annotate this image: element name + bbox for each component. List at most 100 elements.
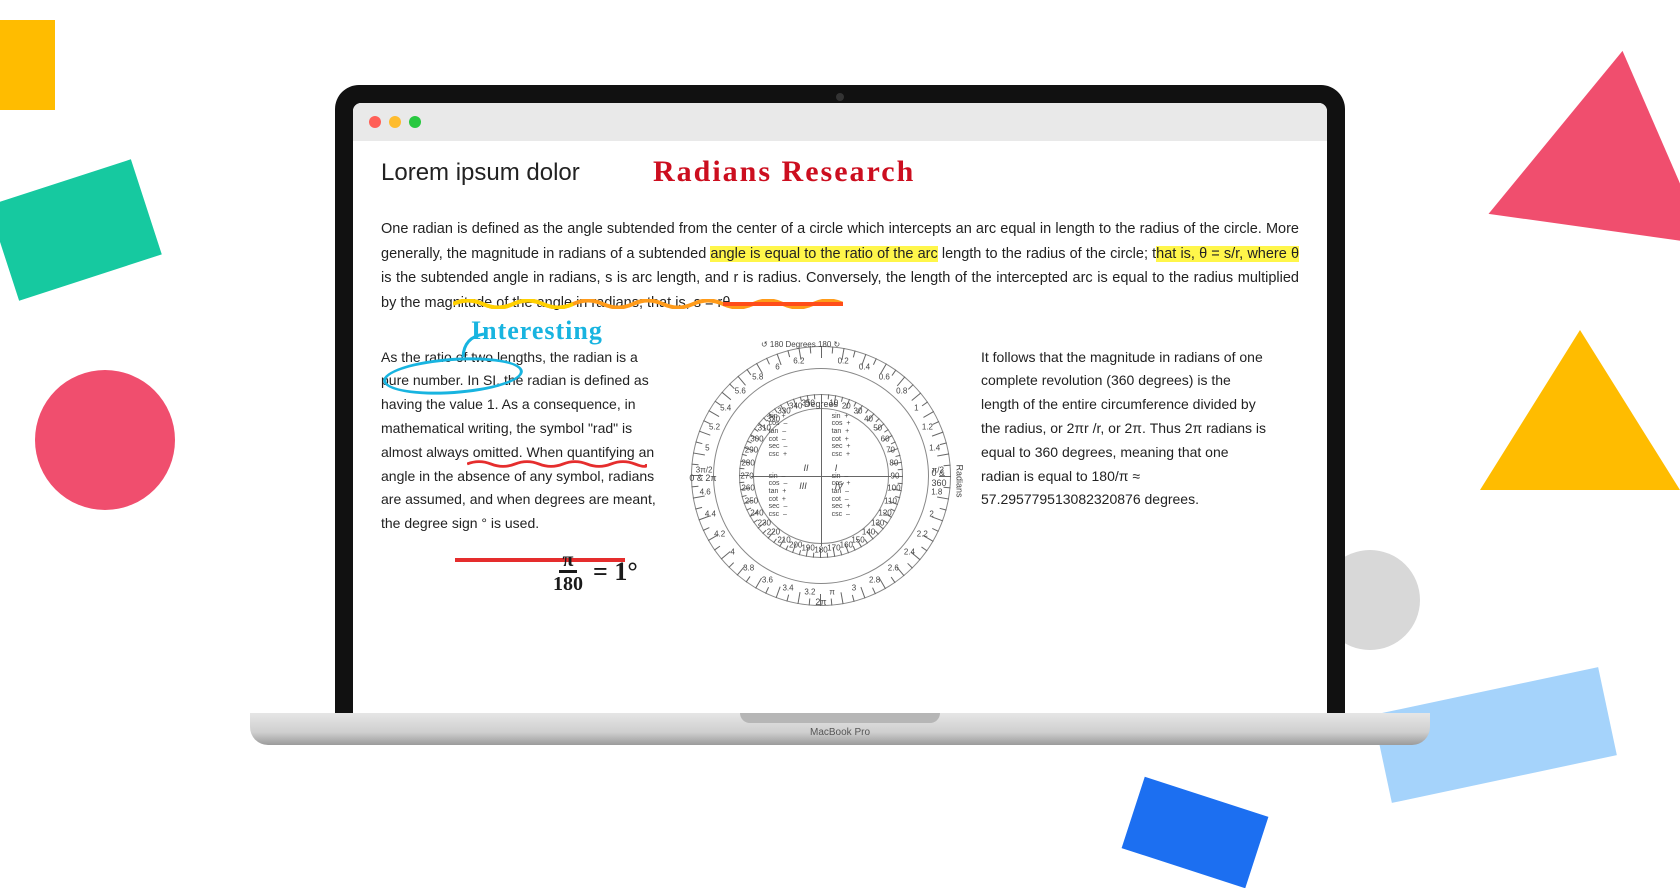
degree-tick-label: 90 xyxy=(891,471,900,480)
decor-yellow-triangle xyxy=(1480,330,1680,490)
laptop-base: MacBook Pro xyxy=(250,713,1430,745)
fraction: π 180 xyxy=(553,550,583,594)
degree-tick-label: 270 xyxy=(740,471,753,480)
radian-tick-label: 5.2 xyxy=(709,422,720,431)
radian-tick-label: 1.8 xyxy=(931,488,942,497)
radian-tick-label: 3.8 xyxy=(743,563,754,572)
degree-tick-label: 300 xyxy=(750,434,763,443)
highlight-1: angle is equal to the ratio of the arc xyxy=(710,246,937,262)
radian-tick-label: 4.4 xyxy=(705,509,716,518)
degree-tick-label: 30 xyxy=(854,407,863,416)
degree-tick-label: 150 xyxy=(851,535,864,544)
laptop-device: Lorem ipsum dolor Radians Research One r… xyxy=(335,85,1345,745)
columns: Interesting As the ratio of two lengths,… xyxy=(381,346,1299,606)
radian-tick-label: π xyxy=(829,588,835,597)
degree-tick-label: 280 xyxy=(741,458,754,467)
decor-deepblue-rect xyxy=(1122,777,1269,888)
degree-tick-label: 170 xyxy=(827,544,840,553)
degree-tick-label: 70 xyxy=(886,446,895,455)
degree-tick-label: 130 xyxy=(871,519,884,528)
highlight-2: hat is, θ = s/r, where θ xyxy=(1156,246,1299,262)
degree-tick-label: 220 xyxy=(767,528,780,537)
radian-tick-label: 5.4 xyxy=(720,403,731,412)
degree-tick-label: 20 xyxy=(842,402,851,411)
degree-tick-label: 40 xyxy=(864,414,873,423)
trig-signs: sin – cos – tan + cot + sec – csc – xyxy=(769,473,788,519)
radian-tick-label: 0.2 xyxy=(838,356,849,365)
radian-tick-label: 0.6 xyxy=(879,373,890,382)
degree-tick-label: 120 xyxy=(878,508,891,517)
radian-tick-label: 6.2 xyxy=(793,356,804,365)
right-column: It follows that the magnitude in radians… xyxy=(981,346,1271,513)
radian-tick-label: 0.4 xyxy=(859,362,870,371)
protractor-diagram: 1020304050607080901001101201301401501601… xyxy=(691,346,951,606)
radian-tick-label: 4 xyxy=(730,548,734,557)
radian-tick-label: 4.6 xyxy=(700,488,711,497)
degree-tick-label: 230 xyxy=(758,519,771,528)
camera-dot xyxy=(836,93,844,101)
decor-teal-rect xyxy=(0,159,162,300)
screen: Lorem ipsum dolor Radians Research One r… xyxy=(353,103,1327,713)
screen-bezel: Lorem ipsum dolor Radians Research One r… xyxy=(335,85,1345,713)
fraction-denominator: 180 xyxy=(553,573,583,594)
squiggle-underline-icon xyxy=(453,299,843,309)
radian-tick-label: 3.6 xyxy=(762,575,773,584)
minimize-icon[interactable] xyxy=(389,116,401,128)
radian-tick-label: 5 xyxy=(705,443,709,452)
decor-yellow-square xyxy=(0,20,55,110)
radian-tick-label: 2.6 xyxy=(888,563,899,572)
window-titlebar xyxy=(353,103,1327,141)
radian-tick-label: 1.2 xyxy=(922,422,933,431)
handwritten-formula: π 180 = 1° xyxy=(553,550,638,594)
degree-tick-label: 200 xyxy=(789,541,802,550)
degree-tick-label: 50 xyxy=(873,423,882,432)
right-column-text: It follows that the magnitude in radians… xyxy=(981,346,1271,513)
two-pi-label: 2π xyxy=(815,597,826,607)
handwriting-title: Radians Research xyxy=(653,155,915,189)
trig-signs: sin + cos + tan + cot + sec + csc + xyxy=(832,413,851,459)
radian-tick-label: 4.2 xyxy=(714,530,725,539)
degree-tick-label: 260 xyxy=(741,484,754,493)
quadrant-label: I xyxy=(835,463,838,473)
degree-tick-label: 250 xyxy=(745,496,758,505)
para-text: length to the radius of the circle; t xyxy=(938,246,1156,262)
degree-tick-label: 80 xyxy=(889,458,898,467)
radian-tick-label: 0.8 xyxy=(896,386,907,395)
degrees-label-top: Degrees xyxy=(804,399,838,409)
zero-360-label: 0 & 360 xyxy=(931,468,946,488)
handwriting-interesting: Interesting xyxy=(471,316,603,346)
degree-tick-label: 240 xyxy=(750,508,763,517)
degree-tick-label: 340 xyxy=(789,402,802,411)
fraction-numerator: π xyxy=(559,550,578,573)
degree-tick-label: 290 xyxy=(745,446,758,455)
document-content: Lorem ipsum dolor Radians Research One r… xyxy=(353,141,1327,606)
degree-tick-label: 60 xyxy=(881,434,890,443)
radians-label: Radians xyxy=(955,464,965,497)
radian-tick-label: 5.6 xyxy=(735,386,746,395)
degree-tick-label: 100 xyxy=(887,484,900,493)
radian-tick-label: 3.2 xyxy=(804,588,815,597)
maximize-icon[interactable] xyxy=(409,116,421,128)
center-column: 1020304050607080901001101201301401501601… xyxy=(686,346,956,606)
degree-tick-label: 110 xyxy=(884,496,897,505)
zero-2pi-label: 0 & 2π xyxy=(689,473,716,483)
radian-tick-label: 1 xyxy=(914,403,918,412)
radian-tick-label: 2.8 xyxy=(869,575,880,584)
radian-tick-label: 2 xyxy=(929,509,933,518)
degree-tick-label: 160 xyxy=(840,541,853,550)
trig-signs: sin + cos – tan – cot – sec – csc + xyxy=(769,413,788,459)
radian-tick-label: 1.4 xyxy=(929,443,940,452)
radian-tick-label: 5.8 xyxy=(752,373,763,382)
radian-tick-label: 6 xyxy=(775,362,779,371)
decor-pink-circle xyxy=(35,370,175,510)
trig-signs: sin – cos + tan – cot – sec + csc – xyxy=(832,473,851,519)
radian-tick-label: 3.4 xyxy=(782,583,793,592)
degree-tick-label: 190 xyxy=(801,544,814,553)
decor-pink-triangle xyxy=(1489,36,1680,245)
left-column: Interesting As the ratio of two lengths,… xyxy=(381,346,661,536)
formula-rhs: = 1° xyxy=(593,557,638,587)
degree-tick-label: 180 xyxy=(814,545,827,554)
close-icon[interactable] xyxy=(369,116,381,128)
protractor-top-arrows: ↺ 180 Degrees 180 ↻ xyxy=(761,340,840,349)
radian-tick-label: 2.4 xyxy=(904,548,915,557)
